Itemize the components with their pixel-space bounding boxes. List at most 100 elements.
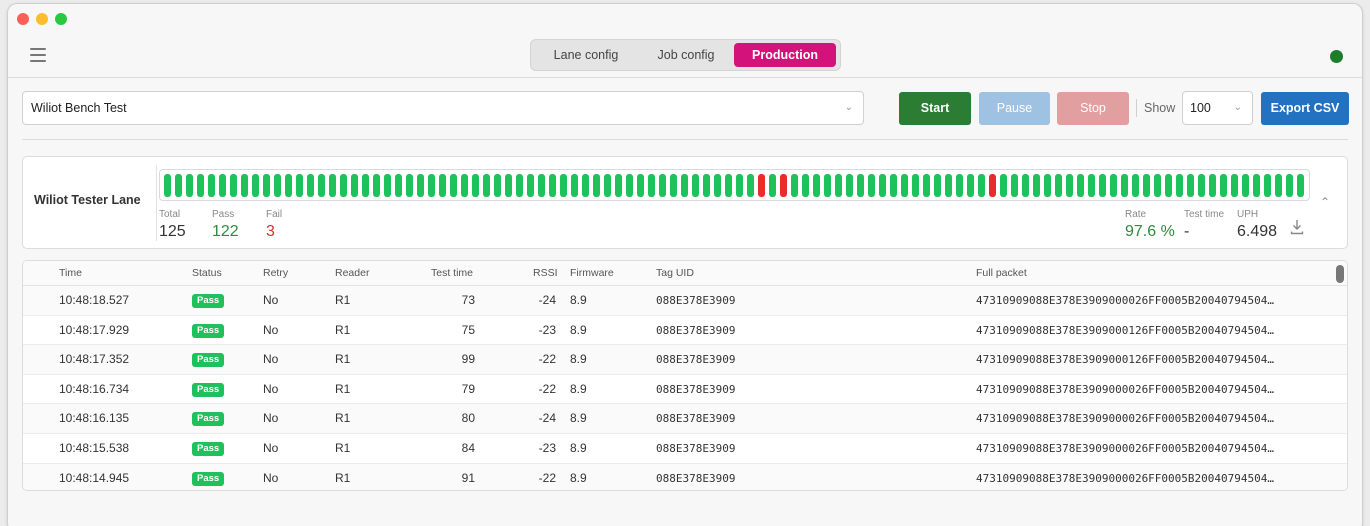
pass-result-bar <box>813 174 820 197</box>
pass-result-bar <box>351 174 358 197</box>
chevron-down-icon: ⌄ <box>844 102 853 113</box>
pass-result-bar <box>461 174 468 197</box>
cell-time: 10:48:17.352 <box>59 352 130 367</box>
cell-retry: No <box>263 322 279 337</box>
job-select[interactable]: Wiliot Bench Test ⌄ <box>22 91 864 125</box>
pass-result-bar <box>1198 174 1205 197</box>
cell-rssi: -24 <box>538 411 556 426</box>
pass-result-bar <box>560 174 567 197</box>
job-select-value: Wiliot Bench Test <box>31 101 127 115</box>
pass-result-bar <box>428 174 435 197</box>
pass-result-bar <box>362 174 369 197</box>
chevron-up-icon[interactable]: ⌃ <box>1320 195 1330 209</box>
pass-result-bar <box>1132 174 1139 197</box>
tab-production[interactable]: Production <box>734 43 836 67</box>
pass-result-bar <box>1077 174 1084 197</box>
fail-value: 3 <box>266 223 275 240</box>
minimize-window-button[interactable] <box>36 13 48 25</box>
pass-result-bar <box>626 174 633 197</box>
status-badge: Pass <box>192 294 225 308</box>
cell-firmware: 8.9 <box>570 293 587 307</box>
col-tag-uid[interactable]: Tag UID <box>656 261 694 286</box>
col-retry[interactable]: Retry <box>263 261 288 286</box>
pass-result-bar <box>1209 174 1216 197</box>
pause-button[interactable]: Pause <box>979 92 1050 125</box>
pass-result-bar <box>230 174 237 197</box>
cell-rssi: -22 <box>538 381 556 396</box>
cell-tag-uid: 088E378E3909 <box>656 323 736 337</box>
pass-result-bar <box>868 174 875 197</box>
cell-rssi: -24 <box>538 293 556 307</box>
pass-result-bar <box>648 174 655 197</box>
tab-job-config[interactable]: Job config <box>638 43 734 67</box>
pass-result-bar <box>978 174 985 197</box>
start-button[interactable]: Start <box>899 92 971 125</box>
table-row[interactable]: 10:48:16.734 Pass No R1 79 -22 8.9 088E3… <box>23 375 1347 405</box>
table-row[interactable]: 10:48:17.929 Pass No R1 75 -23 8.9 088E3… <box>23 316 1347 346</box>
pass-result-bar <box>175 174 182 197</box>
test-time-value: - <box>1184 223 1190 240</box>
pass-result-bar <box>736 174 743 197</box>
status-badge: Pass <box>192 323 225 338</box>
pass-result-bar <box>1242 174 1249 197</box>
pass-result-bar <box>1110 174 1117 197</box>
col-rssi[interactable]: RSSI <box>533 261 558 286</box>
pass-result-bar <box>538 174 545 197</box>
cell-firmware: 8.9 <box>570 440 587 455</box>
top-bar: Lane config Job config Production <box>8 34 1362 78</box>
cell-test-time: 91 <box>461 470 475 485</box>
cell-tag-uid: 088E378E3909 <box>656 382 736 396</box>
status-badge: Pass <box>192 353 225 368</box>
pass-result-bar <box>1044 174 1051 197</box>
pass-result-bar <box>1066 174 1073 197</box>
menu-icon[interactable] <box>30 48 46 62</box>
col-full-packet[interactable]: Full packet <box>976 261 1027 286</box>
table-row[interactable]: 10:48:14.945 Pass No R1 91 -22 8.9 088E3… <box>23 463 1347 490</box>
close-window-button[interactable] <box>17 13 29 25</box>
pass-result-bar <box>1121 174 1128 197</box>
col-status[interactable]: Status <box>192 261 222 286</box>
tab-lane-config[interactable]: Lane config <box>534 43 638 67</box>
test-time-label: Test time <box>1184 209 1225 220</box>
cell-firmware: 8.9 <box>570 381 587 396</box>
pass-result-bar <box>1286 174 1293 197</box>
table-row[interactable]: 10:48:16.135 Pass No R1 80 -24 8.9 088E3… <box>23 404 1347 434</box>
pass-result-bar <box>1231 174 1238 197</box>
stop-button[interactable]: Stop <box>1057 92 1129 125</box>
pass-result-bar <box>725 174 732 197</box>
pass-result-bar <box>1154 174 1161 197</box>
pass-result-bar <box>791 174 798 197</box>
col-reader[interactable]: Reader <box>335 261 369 286</box>
cell-reader: R1 <box>335 440 351 455</box>
pass-result-bar <box>670 174 677 197</box>
pass-result-bar <box>1033 174 1040 197</box>
pass-result-bar <box>923 174 930 197</box>
zoom-window-button[interactable] <box>55 13 67 25</box>
fail-result-bar <box>758 174 765 197</box>
pass-result-bar <box>395 174 402 197</box>
col-test-time[interactable]: Test time <box>431 261 473 286</box>
table-row[interactable]: 10:48:17.352 Pass No R1 99 -22 8.9 088E3… <box>23 345 1347 375</box>
pass-result-bar <box>417 174 424 197</box>
pass-result-bar <box>483 174 490 197</box>
cell-firmware: 8.9 <box>570 322 587 337</box>
cell-reader: R1 <box>335 411 351 426</box>
pass-result-bar <box>1253 174 1260 197</box>
show-count-select[interactable]: 100 ⌄ <box>1182 91 1253 125</box>
pass-result-bar <box>956 174 963 197</box>
pass-result-bar <box>747 174 754 197</box>
download-icon[interactable] <box>1290 219 1304 235</box>
pass-result-bar <box>450 174 457 197</box>
col-firmware[interactable]: Firmware <box>570 261 614 286</box>
pass-result-bar <box>472 174 479 197</box>
table-row[interactable]: 10:48:15.538 Pass No R1 84 -23 8.9 088E3… <box>23 434 1347 464</box>
export-csv-button[interactable]: Export CSV <box>1261 92 1349 125</box>
pass-result-bar <box>307 174 314 197</box>
table-row[interactable]: 10:48:18.527 Pass No R1 73 -24 8.9 088E3… <box>23 286 1347 316</box>
table-scrollbar[interactable] <box>1336 265 1344 283</box>
pass-result-bar <box>274 174 281 197</box>
cell-reader: R1 <box>335 322 351 337</box>
lane-divider <box>156 165 157 241</box>
col-time[interactable]: Time <box>59 261 82 286</box>
cell-tag-uid: 088E378E3909 <box>656 412 736 426</box>
